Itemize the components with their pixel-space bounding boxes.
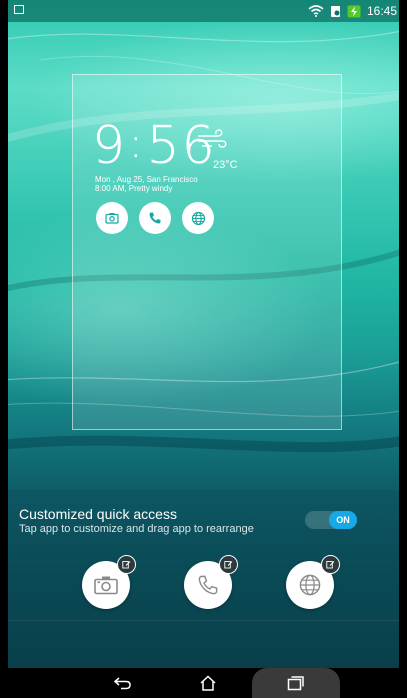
clock-colon: : <box>129 121 145 167</box>
home-button[interactable] <box>180 668 236 698</box>
status-bar: 16:45 <box>0 0 407 22</box>
browser-icon <box>299 574 321 596</box>
widget-camera-app[interactable] <box>96 202 128 234</box>
date-location: Mon , Aug 25, San Francisco <box>95 175 198 184</box>
quick-access-camera-app[interactable] <box>82 555 136 609</box>
edit-badge-icon[interactable] <box>117 555 136 574</box>
bezel-right <box>399 0 407 698</box>
panel-divider <box>0 620 407 621</box>
status-time: 16:45 <box>366 4 397 18</box>
phone-icon <box>198 575 218 595</box>
back-button[interactable] <box>95 668 151 698</box>
bezel-left <box>0 0 8 698</box>
weather-summary: 8:00 AM, Pretty windy <box>95 184 173 193</box>
temperature: 23°C <box>213 159 238 171</box>
recent-apps-icon <box>287 676 304 691</box>
edit-badge-icon[interactable] <box>219 555 238 574</box>
back-icon <box>113 677 131 690</box>
quick-access-browser-app[interactable] <box>286 555 340 609</box>
camera-icon <box>105 213 119 224</box>
quick-access-toggle[interactable]: ON <box>305 511 357 529</box>
navigation-bar <box>0 668 407 698</box>
battery-saver-icon <box>330 5 340 17</box>
notification-icon <box>14 5 24 14</box>
windy-weather-icon <box>198 129 227 148</box>
browser-icon <box>191 211 205 225</box>
home-icon <box>200 675 216 691</box>
widget-browser-app[interactable] <box>182 202 214 234</box>
phone-icon <box>149 212 161 224</box>
recent-apps-button[interactable] <box>252 668 340 698</box>
battery-charging-icon <box>347 5 361 17</box>
edit-badge-icon[interactable] <box>321 555 340 574</box>
lock-screen-settings: 16:45 9:56 23°C Mon , Aug 25, San Franci… <box>0 0 407 698</box>
quick-access-title: Customized quick access <box>19 506 177 522</box>
toggle-on-label: ON <box>329 511 357 529</box>
quick-access-phone-app[interactable] <box>184 555 238 609</box>
widget-phone-app[interactable] <box>139 202 171 234</box>
camera-icon <box>94 576 118 595</box>
wifi-icon <box>308 5 324 17</box>
clock-hour: 9 <box>92 116 128 176</box>
quick-access-subtitle: Tap app to customize and drag app to rea… <box>19 523 254 535</box>
